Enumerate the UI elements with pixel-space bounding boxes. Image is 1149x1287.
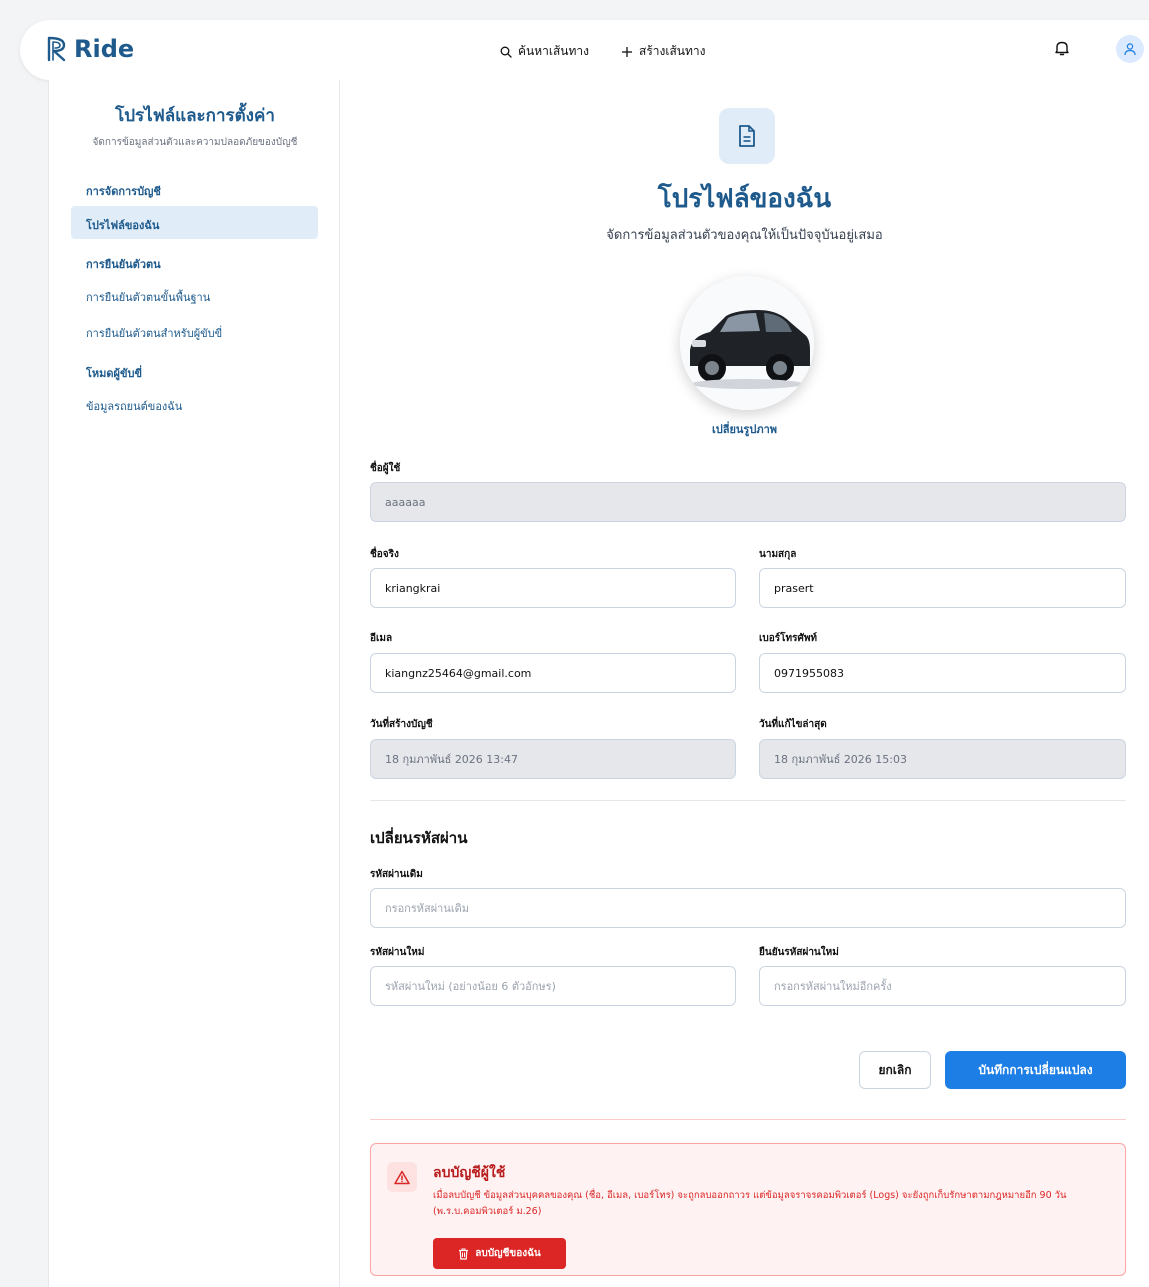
sidebar-section-driver-mode: โหมดผู้ขับขี่ [86,367,143,380]
plus-icon [622,46,633,57]
car-photo [680,276,814,410]
last-name-label: นามสกุล [759,549,797,560]
delete-account-button-label: ลบบัญชีของฉัน [475,1248,541,1259]
settings-sidebar: โปรไฟล์และการตั้งค่า จัดการข้อมูลส่วนตัว… [48,80,340,1287]
trash-icon [459,1247,469,1260]
search-icon [500,46,512,58]
sidebar-item-my-profile[interactable]: โปรไฟล์ของฉัน [86,216,159,234]
logo[interactable]: Ride [46,35,134,63]
updated-date-label: วันที่แก้ไขล่าสุด [759,719,827,730]
last-name-field[interactable] [759,568,1126,608]
confirm-password-label: ยืนยันรหัสผ่านใหม่ [759,947,839,958]
sidebar-item-my-car[interactable]: ข้อมูลรถยนต์ของฉัน [86,397,182,415]
profile-main: โปรไฟล์ของฉัน จัดการข้อมูลส่วนตัวของคุณใ… [340,80,1149,1287]
user-icon [1124,43,1136,56]
nav-search-route[interactable]: ค้นหาเส้นทาง [500,42,589,61]
email-label: อีเมล [370,633,393,644]
nav-links: ค้นหาเส้นทาง สร้างเส้นทาง [500,42,706,61]
created-date-label: วันที่สร้างบัญชี [370,719,433,730]
page-title: โปรไฟล์ของฉัน [657,184,832,214]
profile-photo[interactable] [680,276,814,410]
brand-name: Ride [74,35,135,63]
nav-create-route[interactable]: สร้างเส้นทาง [621,42,706,61]
user-avatar-button[interactable] [1116,35,1144,63]
document-icon [739,125,755,147]
warning-icon [394,1170,410,1184]
nav-search-label: ค้นหาเส้นทาง [518,44,590,58]
username-field [370,482,1126,522]
sidebar-item-basic-verification[interactable]: การยืนยันตัวตนขั้นพื้นฐาน [86,288,210,306]
new-password-label: รหัสผ่านใหม่ [370,947,425,958]
warning-icon-box [387,1162,417,1192]
ride-logo-icon [47,36,66,62]
delete-account-button[interactable]: ลบบัญชีของฉัน [433,1238,566,1269]
sidebar-subtitle: จัดการข้อมูลส่วนตัวและความปลอดภัยของบัญช… [92,137,298,148]
delete-account-panel: ลบบัญชีผู้ใช้ เมื่อลบบัญชี ข้อมูลส่วนบุค… [370,1143,1126,1276]
danger-divider [370,1119,1126,1120]
current-password-input[interactable] [370,888,1126,928]
page-subtitle: จัดการข้อมูลส่วนตัวของคุณให้เป็นปัจจุบัน… [606,228,883,243]
delete-account-warning: เมื่อลบบัญชี ข้อมูลส่วนบุคคลของคุณ (ชื่อ… [433,1190,1067,1217]
delete-account-title: ลบบัญชีผู้ใช้ [433,1165,506,1181]
phone-label: เบอร์โทรศัพท์ [759,633,818,644]
nav-create-label: สร้างเส้นทาง [639,44,706,58]
save-changes-button[interactable]: บันทึกการเปลี่ยนแปลง [945,1051,1126,1089]
change-password-title: เปลี่ยนรหัสผ่าน [370,829,468,847]
sidebar-title: โปรไฟล์และการตั้งค่า [115,106,275,126]
cancel-button[interactable]: ยกเลิก [859,1051,931,1089]
change-photo-link[interactable]: เปลี่ยนรูปภาพ [340,420,1149,438]
bell-icon [1055,41,1069,56]
sidebar-section-account: การจัดการบัญชี [86,185,161,198]
phone-field[interactable] [759,653,1126,693]
current-password-label: รหัสผ่านเดิม [370,869,423,880]
username-label: ชื่อผู้ใช้ [370,463,401,474]
sidebar-item-driver-verification[interactable]: การยืนยันตัวตนสำหรับผู้ขับขี่ [86,324,222,342]
first-name-label: ชื่อจริง [370,549,399,560]
header-icon-box [719,108,775,164]
email-field[interactable] [370,653,736,693]
first-name-field[interactable] [370,568,736,608]
notification-button[interactable] [1055,40,1069,60]
new-password-input[interactable] [370,966,736,1006]
updated-date-field [759,739,1126,779]
confirm-password-input[interactable] [759,966,1126,1006]
sidebar-section-verification: การยืนยันตัวตน [86,258,161,271]
section-divider [370,800,1126,801]
top-navbar: Ride ค้นหาเส้นทาง สร้างเส้นทาง [20,20,1149,80]
created-date-field [370,739,736,779]
